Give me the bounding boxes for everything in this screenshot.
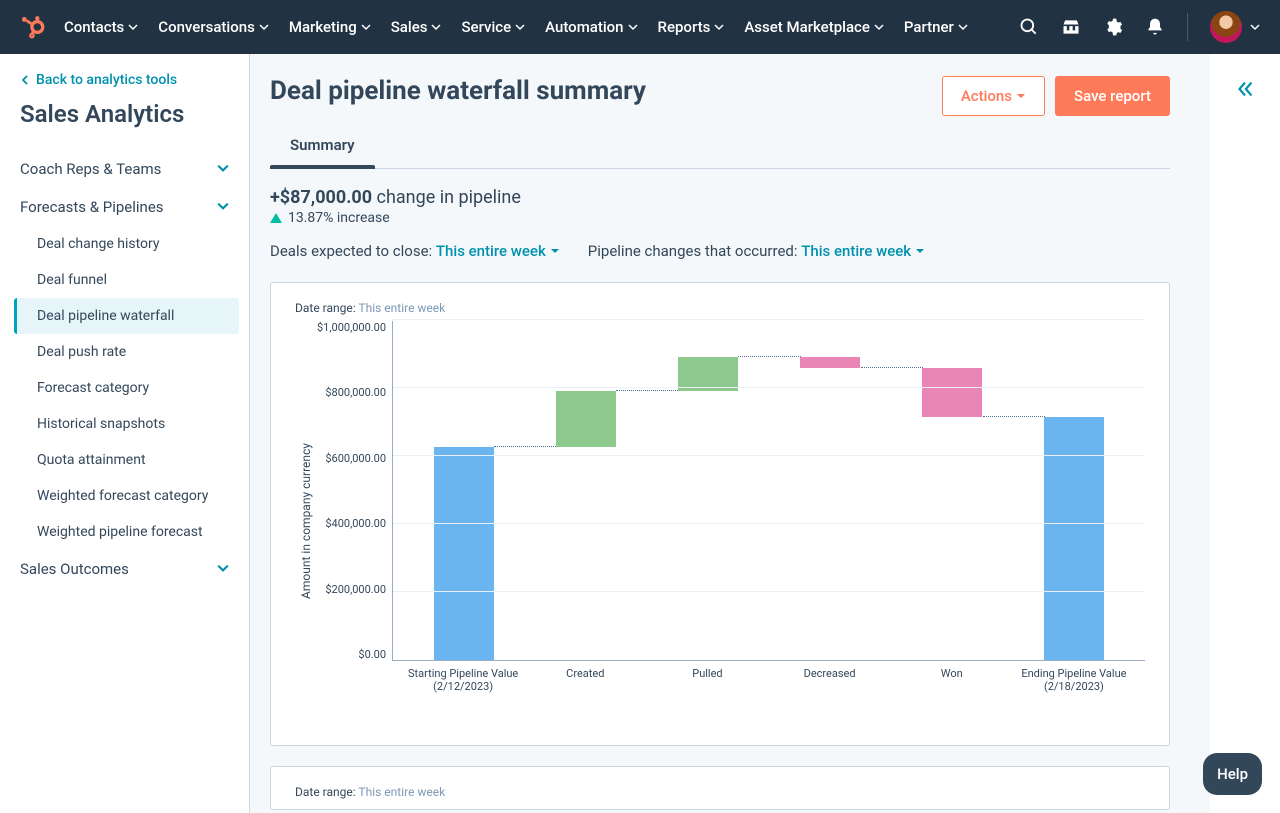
sidebar-item-quota-attainment[interactable]: Quota attainment xyxy=(14,442,239,478)
triangle-up-icon xyxy=(270,213,282,223)
chevron-left-icon xyxy=(20,75,30,85)
waterfall-bar xyxy=(769,321,891,660)
chart-y-axis: $1,000,000.00$800,000.00$600,000.00$400,… xyxy=(317,321,392,661)
sidebar-item-historical-snapshots[interactable]: Historical snapshots xyxy=(14,406,239,442)
nav-item-reports[interactable]: Reports xyxy=(658,18,725,36)
chart-card: Date range: This entire week Amount in c… xyxy=(270,282,1170,746)
chevron-down-icon xyxy=(128,22,138,32)
waterfall-bar xyxy=(1013,321,1135,660)
tabs: Summary xyxy=(270,124,1170,169)
chevron-down-icon xyxy=(1250,22,1260,32)
sidebar-item-deal-funnel[interactable]: Deal funnel xyxy=(14,262,239,298)
waterfall-bar xyxy=(525,321,647,660)
nav-item-automation[interactable]: Automation xyxy=(545,18,637,36)
increase-line: 13.87% increase xyxy=(270,210,1170,226)
chevron-down-icon xyxy=(874,22,884,32)
chart-y-label: Amount in company currency xyxy=(295,443,317,599)
sidebar-item-deal-push-rate[interactable]: Deal push rate xyxy=(14,334,239,370)
sidebar-item-forecast-category[interactable]: Forecast category xyxy=(14,370,239,406)
chevron-down-icon xyxy=(958,22,968,32)
chevron-down-icon xyxy=(259,22,269,32)
filter-changes-select[interactable]: This entire week xyxy=(801,242,925,260)
caret-down-icon xyxy=(550,246,560,256)
right-panel xyxy=(1210,54,1280,813)
chevron-down-icon xyxy=(515,22,525,32)
sidebar-item-deal-pipeline-waterfall[interactable]: Deal pipeline waterfall xyxy=(14,298,239,334)
nav-items: Contacts Conversations Marketing Sales Servi… xyxy=(64,18,1019,36)
back-link[interactable]: Back to analytics tools xyxy=(10,72,239,96)
nav-right-icons xyxy=(1019,11,1260,43)
sidebar: Back to analytics tools Sales Analytics … xyxy=(0,54,250,813)
back-link-label: Back to analytics tools xyxy=(36,72,177,88)
main-content: Deal pipeline waterfall summary Actions … xyxy=(250,54,1210,813)
page-title: Deal pipeline waterfall summary xyxy=(270,76,646,106)
nav-item-conversations[interactable]: Conversations xyxy=(158,18,269,36)
chevron-down-icon xyxy=(217,198,229,216)
sidebar-item-deal-change-history[interactable]: Deal change history xyxy=(14,226,239,262)
nav-item-partner[interactable]: Partner xyxy=(904,18,968,36)
account-menu[interactable] xyxy=(1210,11,1260,43)
avatar xyxy=(1210,11,1242,43)
chevron-down-icon xyxy=(361,22,371,32)
chevron-down-icon xyxy=(217,160,229,178)
search-icon[interactable] xyxy=(1019,17,1039,37)
waterfall-chart: Amount in company currency $1,000,000.00… xyxy=(295,321,1145,721)
chevron-down-icon xyxy=(714,22,724,32)
waterfall-bar xyxy=(647,321,769,660)
chart-x-axis: Starting Pipeline Value (2/12/2023)Creat… xyxy=(392,661,1145,693)
chevron-down-icon xyxy=(628,22,638,32)
nav-item-sales[interactable]: Sales xyxy=(391,18,442,36)
chart-card-2: Date range: This entire week xyxy=(270,766,1170,810)
section-coach-reps-teams[interactable]: Coach Reps & Teams xyxy=(10,150,239,188)
tab-summary[interactable]: Summary xyxy=(270,124,375,168)
hubspot-logo[interactable] xyxy=(20,14,46,40)
caret-down-icon xyxy=(915,246,925,256)
nav-item-asset-marketplace[interactable]: Asset Marketplace xyxy=(744,18,884,36)
gear-icon[interactable] xyxy=(1103,17,1123,37)
nav-item-marketing[interactable]: Marketing xyxy=(289,18,371,36)
caret-down-icon xyxy=(1016,91,1026,101)
collapse-panel-icon[interactable] xyxy=(1234,78,1256,813)
filter-changes: Pipeline changes that occurred: This ent… xyxy=(588,242,925,260)
change-amount-line: +$87,000.00 change in pipeline xyxy=(270,187,1170,208)
sidebar-item-weighted-forecast-category[interactable]: Weighted forecast category xyxy=(14,478,239,514)
save-report-button[interactable]: Save report xyxy=(1055,76,1170,116)
help-button[interactable]: Help xyxy=(1203,753,1262,795)
chart-plot-area xyxy=(392,321,1145,661)
marketplace-icon[interactable] xyxy=(1061,17,1081,37)
waterfall-bar xyxy=(403,321,525,660)
filter-expected-select[interactable]: This entire week xyxy=(436,242,560,260)
actions-button[interactable]: Actions xyxy=(942,76,1045,116)
nav-item-contacts[interactable]: Contacts xyxy=(64,18,138,36)
waterfall-bar xyxy=(891,321,1013,660)
chevron-down-icon xyxy=(217,560,229,578)
sidebar-title: Sales Analytics xyxy=(10,96,239,150)
chevron-down-icon xyxy=(431,22,441,32)
top-nav: Contacts Conversations Marketing Sales Servi… xyxy=(0,0,1280,54)
section-forecasts-pipelines[interactable]: Forecasts & Pipelines xyxy=(10,188,239,226)
nav-item-service[interactable]: Service xyxy=(461,18,525,36)
sidebar-item-weighted-pipeline-forecast[interactable]: Weighted pipeline forecast xyxy=(14,514,239,550)
chart-range-label: Date range: This entire week xyxy=(295,301,1145,315)
bell-icon[interactable] xyxy=(1145,17,1165,37)
filter-expected: Deals expected to close: This entire wee… xyxy=(270,242,560,260)
section-sales-outcomes[interactable]: Sales Outcomes xyxy=(10,550,239,588)
